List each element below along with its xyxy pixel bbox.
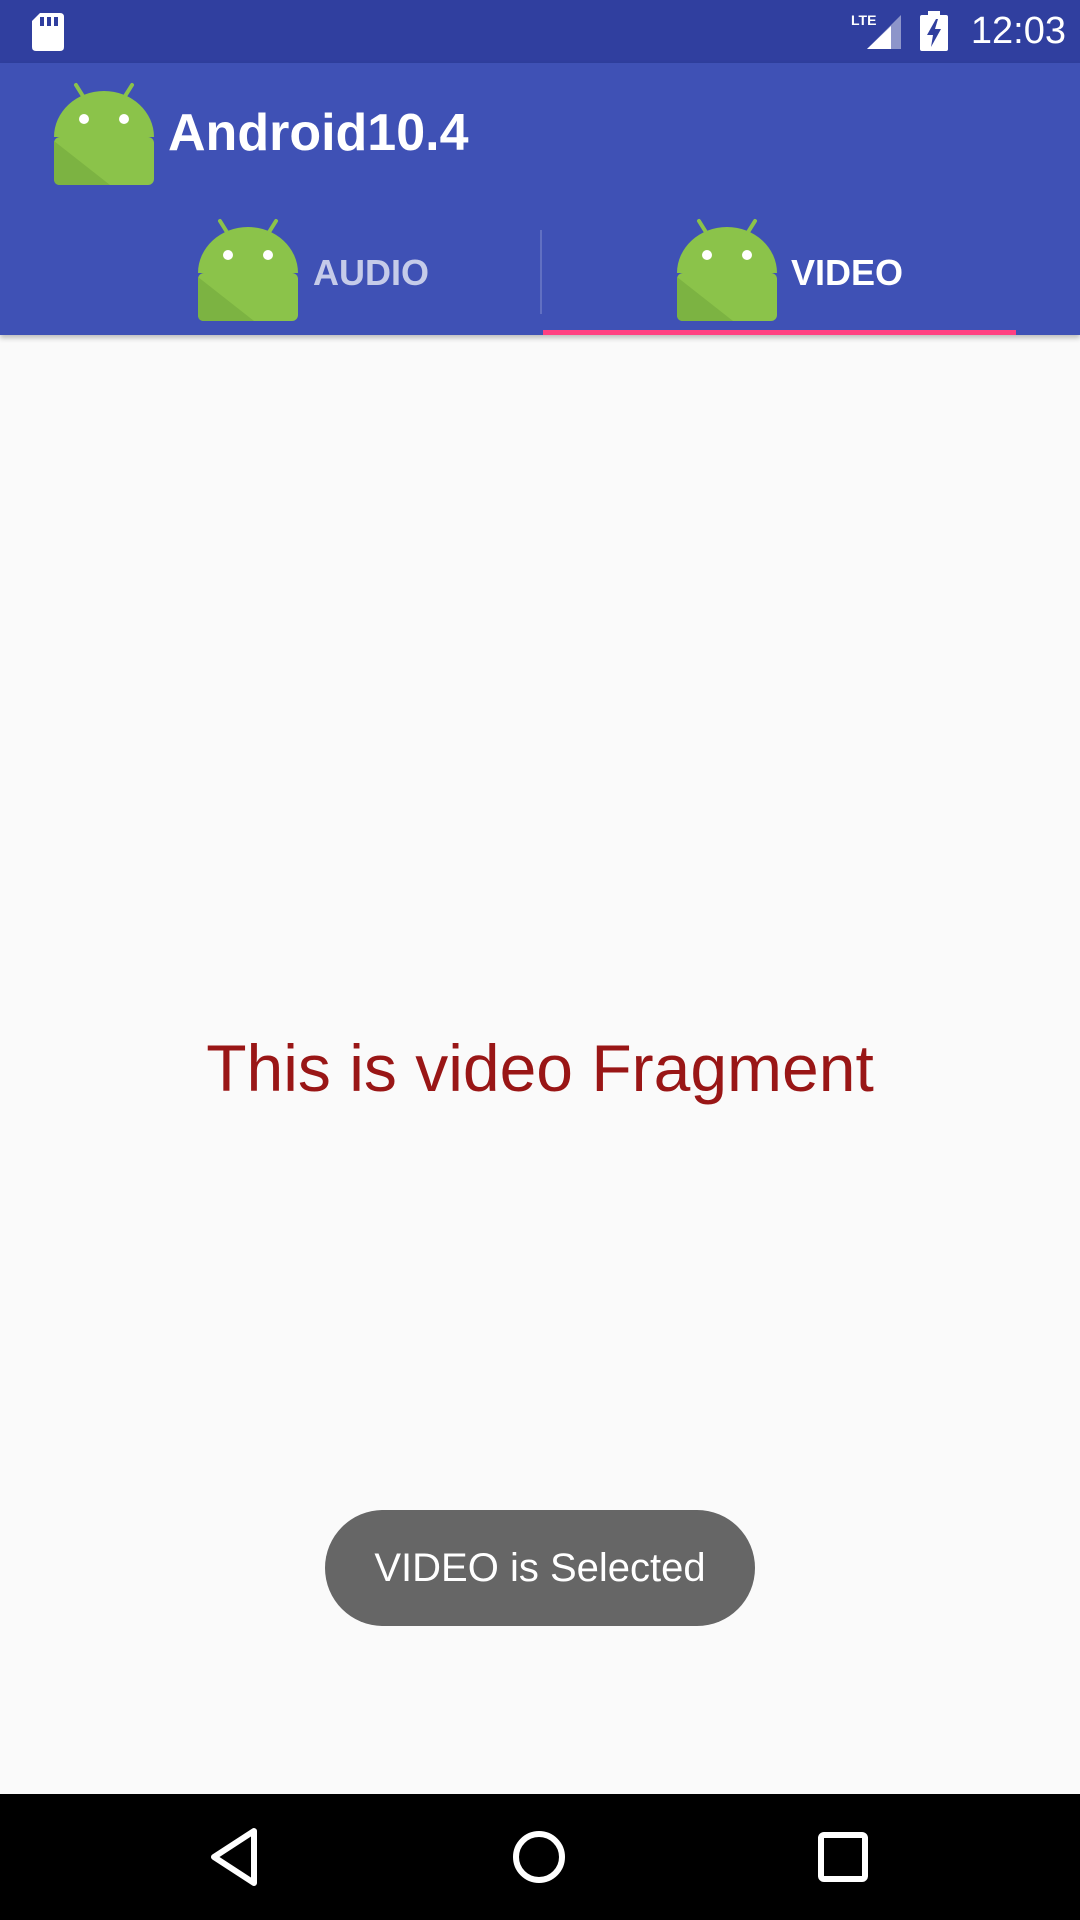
android-icon <box>675 217 779 325</box>
tab-audio[interactable]: AUDIO <box>70 213 542 335</box>
status-clock: 12:03 <box>970 10 1066 52</box>
toast-message: VIDEO is Selected <box>325 1510 755 1626</box>
tab-video[interactable]: VIDEO <box>543 213 1015 335</box>
back-icon[interactable] <box>204 1825 268 1889</box>
lte-signal-icon: LTE <box>851 12 901 49</box>
fragment-message: This is video Fragment <box>206 1031 874 1105</box>
app-title: Android10.4 <box>168 104 469 162</box>
android-icon <box>196 217 300 325</box>
tab-audio-label: AUDIO <box>313 252 429 293</box>
tab-video-label: VIDEO <box>791 252 904 293</box>
network-type-label: LTE <box>851 12 876 28</box>
navigation-bar <box>0 1794 1080 1920</box>
tab-selected-indicator <box>543 330 1016 335</box>
recent-apps-icon[interactable] <box>811 1825 875 1889</box>
android-icon <box>52 81 156 189</box>
tab-divider <box>540 230 542 314</box>
sd-card-icon <box>32 13 64 51</box>
home-icon[interactable] <box>507 1825 571 1889</box>
status-bar: LTE 12:03 <box>0 0 1080 63</box>
battery-charging-icon <box>920 11 948 51</box>
